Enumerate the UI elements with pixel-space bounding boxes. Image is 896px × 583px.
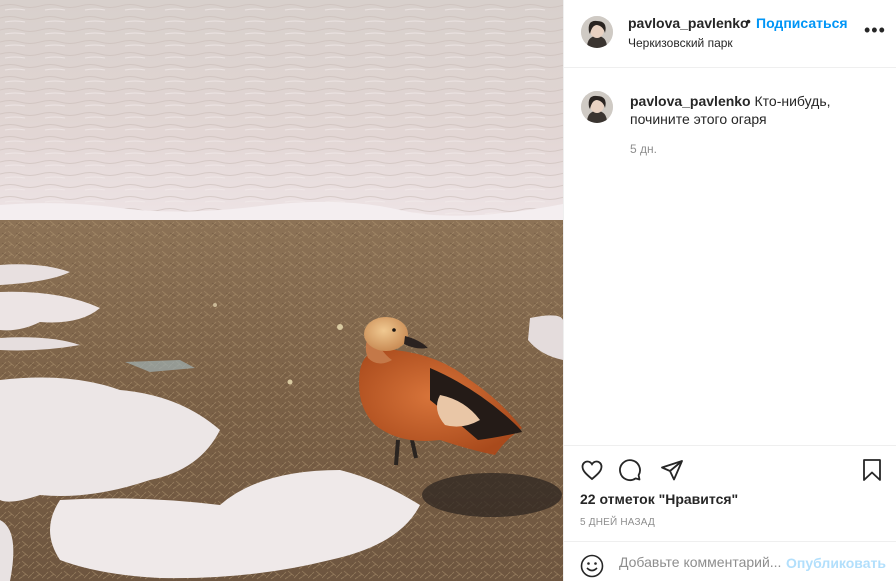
post-sidebar: pavlova_pavlenko • Подписаться Черкизовс…	[563, 0, 896, 581]
instagram-post: pavlova_pavlenko • Подписаться Черкизовс…	[0, 0, 896, 581]
action-bar: 22 отметок "Нравится" 5 ДНЕЙ НАЗАД	[564, 445, 896, 541]
heart-icon[interactable]	[579, 457, 605, 483]
comment-input[interactable]	[619, 554, 784, 570]
emoji-icon[interactable]	[580, 554, 604, 583]
post-date[interactable]: 5 ДНЕЙ НАЗАД	[580, 517, 655, 528]
caption-timestamp[interactable]: 5 дн.	[630, 142, 657, 156]
follow-button[interactable]: Подписаться	[756, 15, 848, 31]
username-link[interactable]: pavlova_pavlenko	[628, 15, 749, 31]
avatar-image	[581, 91, 613, 123]
more-options-icon[interactable]: •••	[864, 20, 886, 40]
avatar[interactable]	[581, 91, 613, 123]
publish-button[interactable]: Опубликовать	[786, 555, 886, 571]
post-header: pavlova_pavlenko • Подписаться Черкизовс…	[564, 0, 896, 68]
caption-text: pavlova_pavlenko Кто-нибудь, почините эт…	[630, 92, 870, 128]
avatar[interactable]	[581, 16, 613, 48]
caption-username[interactable]: pavlova_pavlenko	[630, 93, 751, 109]
separator-dot: •	[746, 13, 751, 29]
paper-plane-icon[interactable]	[659, 457, 685, 483]
comment-icon[interactable]	[617, 457, 643, 483]
bookmark-icon[interactable]	[859, 457, 885, 483]
photo-ruddy-shelduck	[0, 0, 563, 581]
location-link[interactable]: Черкизовский парк	[628, 36, 733, 50]
add-comment-bar: Опубликовать	[564, 541, 896, 581]
post-photo[interactable]	[0, 0, 563, 581]
likes-count[interactable]: 22 отметок "Нравится"	[580, 491, 738, 507]
avatar-image	[581, 16, 613, 48]
